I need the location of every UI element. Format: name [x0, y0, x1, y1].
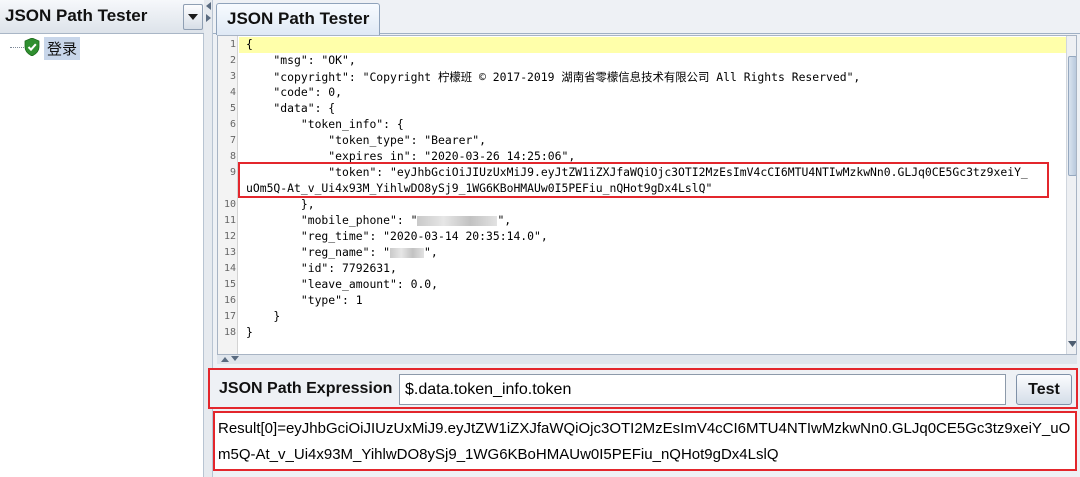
code-line: "leave_amount": 0.0,: [246, 277, 439, 291]
code-line: "id": 7792631,: [246, 261, 397, 275]
tab-label: JSON Path Tester: [227, 9, 370, 28]
code-line: "expires_in": "2020-03-26 14:25:06",: [246, 149, 576, 163]
code-line: },: [246, 197, 315, 211]
splitter-left-arrow-icon[interactable]: [205, 2, 212, 10]
line-number: 13: [223, 247, 236, 258]
tree-item-login[interactable]: 登录: [44, 37, 81, 60]
tree-connector-line: [10, 47, 24, 48]
test-button[interactable]: Test: [1016, 374, 1072, 405]
splitter-right-arrow-icon[interactable]: [205, 14, 212, 22]
line-number: 7: [229, 135, 236, 146]
code-line: "data": {: [246, 101, 336, 115]
line-number: 4: [229, 87, 236, 98]
line-number: 10: [223, 199, 236, 210]
line-number: 5: [229, 103, 236, 114]
line-number: 9: [229, 167, 236, 178]
shield-check-icon: [24, 38, 40, 56]
code-text: ",: [424, 245, 438, 259]
json-path-expression-input[interactable]: [399, 374, 1006, 405]
line-number: 14: [223, 263, 236, 274]
redacted-value: [417, 215, 498, 226]
code-line: "reg_time": "2020-03-14 20:35:14.0",: [246, 229, 548, 243]
code-line: }: [246, 325, 253, 339]
code-text: ",: [497, 213, 512, 227]
line-number: 11: [223, 215, 236, 226]
chevron-down-icon: [188, 14, 198, 20]
view-selector-dropdown[interactable]: [183, 4, 203, 30]
test-plan-tree-panel: JSON Path Tester 登录: [0, 0, 204, 477]
scroll-down-arrow-icon[interactable]: [1068, 340, 1077, 348]
result-output-area[interactable]: Result[0]=eyJhbGciOiJIUzUxMiJ9.eyJtZW1iZ…: [213, 411, 1077, 471]
splitter-up-arrow-icon[interactable]: [221, 356, 229, 362]
code-line-mobile-phone: "mobile_phone": " ",: [246, 213, 511, 227]
line-number: 3: [229, 71, 236, 82]
line-number: 6: [229, 119, 236, 130]
line-number-gutter: 1 2 3 4 5 6 7 8 9 10 11 12 13 14 15 16 17 18: [218, 36, 238, 354]
redacted-value: [390, 247, 425, 258]
line-number: 12: [223, 231, 236, 242]
code-text: "mobile_phone": ": [246, 213, 418, 227]
tab-strip: JSON Path Tester: [213, 0, 1080, 35]
code-line: "msg": "OK",: [246, 53, 356, 67]
code-line: {: [246, 37, 253, 51]
line-number: 15: [223, 279, 236, 290]
code-text: "reg_name": ": [246, 245, 391, 259]
code-line: "type": 1: [246, 293, 363, 307]
line-number: 18: [223, 327, 236, 338]
code-line: "copyright": "Copyright 柠檬班 © 2017-2019 …: [246, 70, 861, 84]
current-line-highlight: [239, 37, 1076, 53]
line-number: 1: [229, 39, 236, 50]
code-line: "token_info": {: [246, 117, 404, 131]
tree-header: JSON Path Tester: [0, 0, 204, 34]
line-number: 2: [229, 55, 236, 66]
scrollbar-thumb[interactable]: [1068, 56, 1076, 176]
json-path-expression-panel: JSON Path Expression Test: [208, 368, 1078, 409]
line-number: 16: [223, 295, 236, 306]
splitter-down-arrow-icon[interactable]: [231, 356, 239, 362]
editor-vertical-scrollbar[interactable]: [1066, 36, 1077, 354]
splitter-arrows: [205, 2, 212, 26]
tab-json-path-tester[interactable]: JSON Path Tester: [216, 3, 381, 35]
result-text: Result[0]=eyJhbGciOiJIUzUxMiJ9.eyJtZW1iZ…: [218, 420, 1071, 463]
json-response-editor[interactable]: 1 2 3 4 5 6 7 8 9 10 11 12 13 14 15 16 17 18 { "msg": "OK…: [217, 35, 1077, 355]
code-line-reg-name: "reg_name": " ",: [246, 245, 438, 259]
horizontal-splitter[interactable]: [217, 355, 1077, 364]
tree-header-title: JSON Path Tester: [5, 6, 148, 25]
json-path-expression-label: JSON Path Expression: [219, 380, 393, 397]
code-line: }: [246, 309, 281, 323]
line-number: 17: [223, 311, 236, 322]
token-annotation-box: [238, 162, 1049, 198]
code-line: "token_type": "Bearer",: [246, 133, 487, 147]
code-line: "code": 0,: [246, 85, 343, 99]
line-number: 8: [229, 151, 236, 162]
